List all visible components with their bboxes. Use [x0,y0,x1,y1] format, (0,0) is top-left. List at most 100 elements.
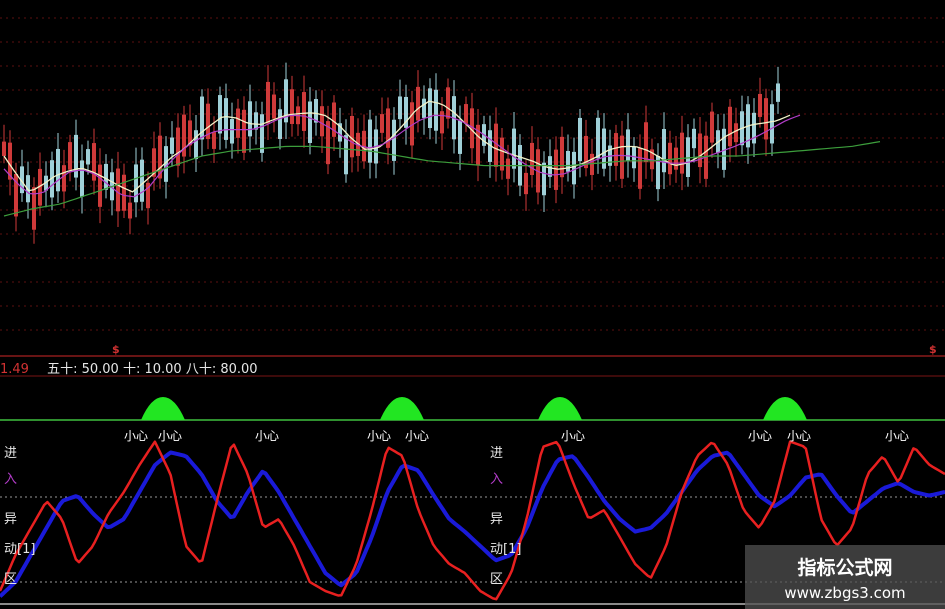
caution-label: 小心 [561,429,585,443]
candle-body [428,88,432,129]
stock-chart-canvas: 小心 小心 小心 小心 小心 小心 小心 小心 小心 [0,17,945,605]
ma-short-line [3,100,791,193]
side-label-dong: 动[1] [4,542,36,557]
watermark: 指标公式网 www.zbgs3.com [745,545,945,609]
candle-body [734,123,738,143]
caution-label: 小心 [885,429,909,443]
candle-body [764,98,768,140]
side-label-qu-2: 区 [490,572,504,587]
candle-body [236,108,240,138]
candle-body [260,114,264,153]
candle-body [224,98,228,140]
candle-body [62,165,66,192]
candle-body [416,86,420,121]
candle-body [98,164,102,207]
ma-long-line [3,141,881,217]
candle-body [86,149,90,165]
candle-body [242,109,246,153]
candle-body [524,172,528,195]
candle-body [440,111,444,134]
candle-body [422,98,426,118]
top-marker-left: $ [112,343,120,356]
candle-body [254,112,258,130]
candle-body [68,142,72,170]
indicator-value: 1.49 [0,362,29,377]
caution-label: 小心 [405,429,429,443]
caution-label: 小心 [787,429,811,443]
candle-body [686,137,690,178]
side-label-jin: 进 [4,446,18,461]
side-label-ru-2: 入 [490,472,504,487]
candle-body [278,109,282,139]
candle-body [290,89,294,124]
candle-body [590,153,594,175]
side-label-yi: 异 [4,512,18,527]
overbought-peaks [141,397,807,420]
caution-label: 小心 [158,429,182,443]
candle-body [668,142,672,175]
candle-body [80,160,84,197]
candle-body [560,136,564,178]
candle-body [710,111,714,143]
overbought-peak [141,397,185,420]
candle-body [2,141,6,156]
candle-body [596,117,600,159]
candle-body [770,104,774,144]
candle-body [122,174,126,211]
candle-body [308,101,312,143]
side-label-jin-2: 进 [490,446,504,461]
candle-body [212,132,216,149]
caution-label: 小心 [748,429,772,443]
candle-body [458,120,462,154]
overbought-peak [380,397,424,420]
candle-body [266,81,270,124]
candle-body [464,104,468,124]
candle-body [776,83,780,102]
watermark-title: 指标公式网 [797,557,893,579]
candle-body [272,94,276,119]
side-label-yi-2: 异 [490,512,504,527]
candle-body [56,148,60,192]
candle-body [170,137,174,154]
candle-body [680,132,684,174]
candle-body [344,135,348,175]
side-label-ru: 入 [4,472,18,487]
candle-body [140,159,144,202]
candle-body [662,129,666,173]
candle-body [572,151,576,185]
candle-body [548,156,552,177]
side-label-dong-2: 动[1] [490,542,522,557]
indicator-params: 五十: 50.00 十: 10.00 八十: 80.00 [47,362,258,377]
candle-body [314,99,318,123]
candle-body [758,93,762,117]
candle-body [320,106,324,137]
top-marker-right: $ [929,343,937,356]
candle-body [380,114,384,133]
candle-body [542,162,546,196]
candle-body [104,163,108,190]
candle-body [176,127,180,166]
candle-body [446,87,450,119]
candle-body [644,122,648,163]
caution-label: 小心 [367,429,391,443]
caution-label: 小心 [255,429,279,443]
overbought-peak [763,397,807,420]
caution-labels: 小心 小心 小心 小心 小心 小心 小心 小心 小心 [124,429,909,443]
candle-body [302,92,306,131]
watermark-url: www.zbgs3.com [784,584,906,602]
overbought-peak [538,397,582,420]
candle-body [620,135,624,179]
candle-body [194,130,198,160]
candle-body [434,89,438,131]
candle-body [692,128,696,149]
caution-label: 小心 [124,429,148,443]
candle-body [512,128,516,169]
candle-body [248,101,252,137]
candle-body [728,106,732,147]
side-label-qu: 区 [4,572,18,587]
candle-body [698,133,702,168]
candle-body [578,117,582,162]
candle-body [638,148,642,189]
candle-body [218,95,222,134]
candle-body [530,142,534,175]
